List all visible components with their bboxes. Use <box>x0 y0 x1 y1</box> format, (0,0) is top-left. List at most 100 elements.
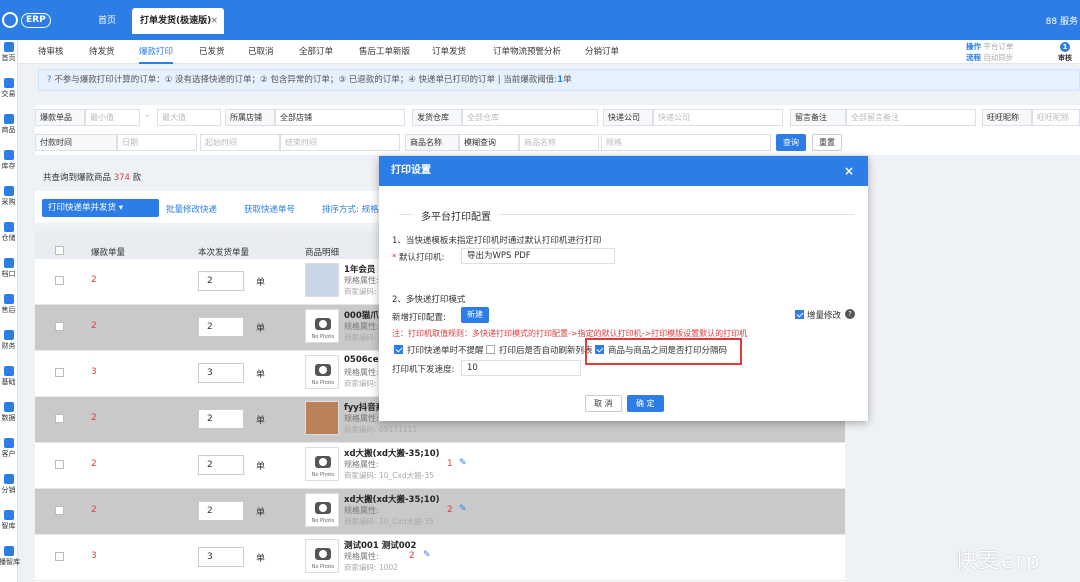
date-select[interactable]: 日期 <box>117 134 197 151</box>
table-row[interactable]: 3 3 单 No Photo 测试001 测试002 规格属性: 商家编码: 1… <box>35 535 845 581</box>
edit-icon[interactable]: ✎ <box>459 458 467 468</box>
print-and-ship-button[interactable]: 打印快递单并发货 ▾ <box>42 199 159 217</box>
tab-logistics-alert[interactable]: 订单物流预警分析 <box>493 40 561 64</box>
pay-time-select[interactable]: 付款时间 <box>35 134 117 151</box>
shop-select[interactable]: 全部店铺 <box>275 109 405 126</box>
start-time-input[interactable]: 起始时间 <box>200 134 280 151</box>
sidebar-item-basic[interactable]: 基础 <box>0 364 18 400</box>
row-checkbox[interactable] <box>55 552 64 561</box>
table-row[interactable]: 2 2 单 No Photo xd大搬(xd大搬-35;10) 规格属性: 商家… <box>35 443 845 489</box>
stock-icon <box>4 150 14 160</box>
tab-distribution-orders[interactable]: 分销订单 <box>585 40 619 64</box>
sidebar-item-data[interactable]: 数据 <box>0 400 18 436</box>
ship-qty-input[interactable]: 3 <box>198 363 244 383</box>
sidebar-item-trade[interactable]: 交易 <box>0 76 18 112</box>
default-printer-label: * 默认打印机: <box>392 253 445 263</box>
no-remind-label: 打印快递单时不提醒 <box>407 346 484 356</box>
tab-shipped[interactable]: 已发货 <box>199 40 225 64</box>
row-checkbox[interactable] <box>55 276 64 285</box>
sidebar-item-purchase[interactable]: 采购 <box>0 184 18 220</box>
tab-print-ship[interactable]: 打单发货(极速版) × <box>132 8 224 34</box>
wangwang-input[interactable]: 旺旺昵称 <box>1032 109 1080 126</box>
cancel-button[interactable]: 取 消 <box>585 395 622 412</box>
sidebar-item-warehouse[interactable]: 仓储 <box>0 220 18 256</box>
warehouse-select[interactable]: 全部仓库 <box>462 109 598 126</box>
trade-icon <box>4 78 14 88</box>
sidebar-item-live-library[interactable]: 播智库 <box>0 544 20 580</box>
close-icon[interactable]: × <box>210 8 218 34</box>
product-name-input[interactable]: 商品名称 <box>519 134 599 151</box>
select-all-checkbox[interactable] <box>55 246 64 255</box>
default-printer-select[interactable]: 导出为WPS PDF <box>461 248 615 264</box>
brand-logo[interactable]: ERP <box>0 0 84 40</box>
tab-order-ship[interactable]: 订单发货 <box>432 40 466 64</box>
product-name-select[interactable]: 商品名称 <box>405 134 459 151</box>
tab-pending-audit[interactable]: 待审核 <box>38 40 64 64</box>
notice-banner: ? 不参与爆款打印计算的订单：① 没有选择快递的订单；② 包含异常的订单；③ 已… <box>38 69 1080 91</box>
max-input[interactable]: 最大值 <box>157 109 221 126</box>
camera-icon <box>315 548 331 560</box>
confirm-button[interactable]: 确 定 <box>627 395 664 412</box>
sort-select[interactable]: 排序方式: 规格 <box>322 203 379 215</box>
edit-icon[interactable]: ✎ <box>423 550 431 560</box>
service-menu[interactable]: 88 服务 <box>1046 14 1078 27</box>
sidebar-item-finance[interactable]: 财务 <box>0 328 18 364</box>
sidebar-item-library[interactable]: 智库 <box>0 508 18 544</box>
sidebar-item-distribution[interactable]: 分销 <box>0 472 18 508</box>
tab-aftersale-new[interactable]: 售后工单新版 <box>359 40 410 64</box>
help-icon: ? <box>47 75 52 85</box>
dialog-title: 打印设置 <box>391 165 431 176</box>
stall-icon <box>4 258 14 268</box>
ship-qty-input[interactable]: 2 <box>198 409 244 429</box>
sub-navigation: 待审核 待发货 爆款打印 已发货 已取消 全部订单 售后工单新版 订单发货 订单… <box>18 40 1080 64</box>
tab-home[interactable]: 首页 <box>84 8 130 34</box>
no-photo-image: No Photo <box>305 447 339 481</box>
row-checkbox[interactable] <box>55 368 64 377</box>
get-waybill-link[interactable]: 获取快递单号 <box>244 203 295 215</box>
edit-icon[interactable]: ✎ <box>459 504 467 514</box>
sidebar-item-aftersale[interactable]: 售后 <box>0 292 18 328</box>
auto-refresh-checkbox[interactable] <box>486 345 495 354</box>
new-config-button[interactable]: 新建 <box>461 307 489 323</box>
monitor-icon <box>4 402 14 412</box>
tab-pending-ship[interactable]: 待发货 <box>89 40 115 64</box>
ship-qty-input[interactable]: 3 <box>198 547 244 567</box>
help-icon[interactable]: ? <box>845 309 855 319</box>
sidebar-item-stall[interactable]: 档口 <box>0 256 18 292</box>
fuzzy-select[interactable]: 模糊查询 <box>459 134 519 151</box>
close-icon[interactable]: × <box>844 156 854 186</box>
section-2-heading: 2、多快递打印模式 <box>392 295 466 305</box>
row-checkbox[interactable] <box>55 460 64 469</box>
no-remind-checkbox[interactable] <box>394 345 403 354</box>
memo-select[interactable]: 全部留言备注 <box>846 109 976 126</box>
share-icon <box>4 474 14 484</box>
row-checkbox[interactable] <box>55 322 64 331</box>
min-input[interactable]: 最小值 <box>85 109 140 126</box>
ship-qty-input[interactable]: 2 <box>198 317 244 337</box>
sidebar-item-customer[interactable]: 客户 <box>0 436 18 472</box>
ship-qty-input[interactable]: 2 <box>198 455 244 475</box>
tab-cancelled[interactable]: 已取消 <box>248 40 274 64</box>
row-checkbox[interactable] <box>55 414 64 423</box>
row-checkbox[interactable] <box>55 506 64 515</box>
ship-qty-input[interactable]: 2 <box>198 501 244 521</box>
spec-input[interactable]: 规格 <box>601 134 771 151</box>
end-time-input[interactable]: 结束时间 <box>280 134 400 151</box>
audit-step[interactable]: 1 审核 <box>1058 42 1072 64</box>
tab-all-orders[interactable]: 全部订单 <box>299 40 333 64</box>
ship-qty-input[interactable]: 2 <box>198 271 244 291</box>
query-button[interactable]: 查询 <box>776 134 806 151</box>
print-settings-dialog: 打印设置 × 多平台打印配置 1、当快递模板未指定打印机时通过默认打印机进行打印 … <box>379 156 868 421</box>
express-select[interactable]: 快递公司 <box>653 109 783 126</box>
sidebar-item-stock[interactable]: 库存 <box>0 148 18 184</box>
reset-button[interactable]: 重置 <box>812 134 842 151</box>
print-speed-select[interactable]: 10 <box>461 360 581 376</box>
sidebar-item-home[interactable]: 首页 <box>0 40 18 76</box>
tab-hot-print[interactable]: 爆款打印 <box>139 40 174 64</box>
warehouse-icon <box>4 222 14 232</box>
sidebar-item-goods[interactable]: 商品 <box>0 112 18 148</box>
incremental-edit-checkbox[interactable] <box>795 310 804 319</box>
table-row[interactable]: 2 2 单 No Photo xd大搬(xd大搬-35;10) 规格属性: 商家… <box>35 489 845 535</box>
process-flow[interactable]: 操作 平台订单 流程 自动同步 1 审核 <box>966 40 1078 64</box>
batch-edit-express-link[interactable]: 批量修改快递 <box>166 203 217 215</box>
